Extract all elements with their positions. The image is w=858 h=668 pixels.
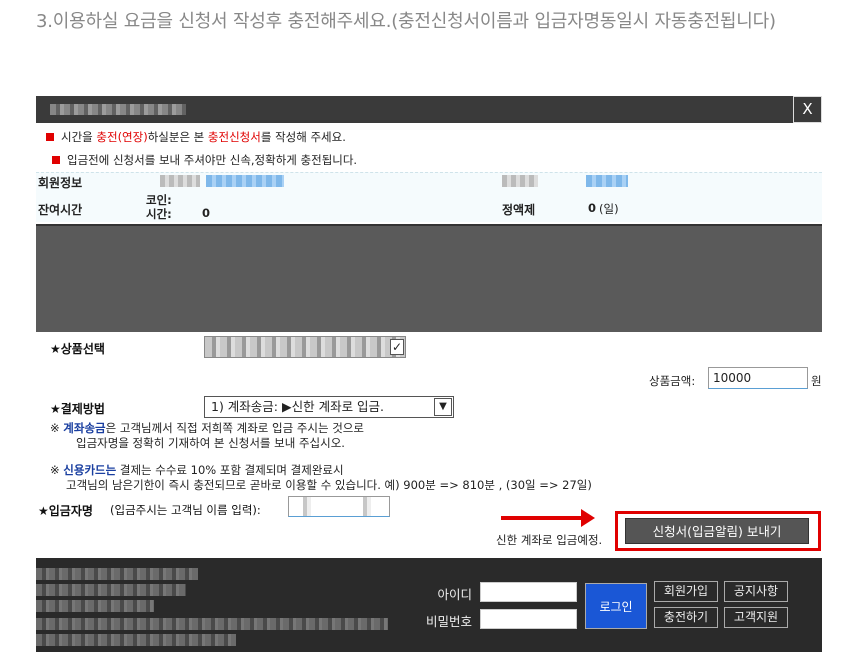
bullet-square-icon	[52, 156, 60, 164]
member-id-redacted	[206, 175, 284, 187]
footer-info-redacted	[36, 568, 198, 580]
depositor-label: ★입금자명	[38, 504, 93, 518]
flat-rate-value: 0	[588, 201, 597, 215]
notice-button[interactable]: 공지사항	[724, 581, 788, 602]
flat-rate-label: 정액제	[502, 203, 536, 217]
charge-button[interactable]: 충전하기	[654, 607, 718, 628]
dialog-title-redacted	[50, 104, 186, 115]
product-label: ★상품선택	[50, 342, 105, 356]
price-unit: 원	[811, 374, 822, 388]
remaining-time-label: 잔여시간	[38, 203, 83, 217]
footer-info-redacted	[36, 600, 154, 612]
notice-submit-before-deposit: 입금전에 신청서를 보내 주셔야만 신속,정확하게 충전됩니다.	[52, 152, 357, 168]
depositor-hint: (입금주시는 고객님 이름 입력):	[110, 503, 261, 517]
payment-method-select[interactable]: 1) 계좌송금: ▶신한 계좌로 입금. ▼	[204, 396, 454, 418]
footer: 아이디 비밀번호 로그인 회원가입 공지사항 충전하기 고객지원	[36, 558, 822, 652]
page: 3.이용하실 요금을 신청서 작성후 충전해주세요.(충전신청서이름과 입금자명…	[0, 0, 858, 668]
password-label: 비밀번호	[425, 614, 472, 629]
product-panel	[36, 224, 822, 332]
payment-method-label: ★결제방법	[50, 402, 105, 416]
member-info-label: 회원정보	[38, 176, 83, 190]
footer-info-redacted	[36, 634, 236, 646]
bank-transfer-description: ※ 계좌송금은 고객님께서 직접 저희쪽 계좌로 입금 주시는 것으로	[50, 421, 364, 435]
charge-dialog: X 시간을 충전(연장)하실분은 본 충전신청서를 작성해 주세요. 입금전에 …	[36, 96, 822, 652]
flat-rate-unit: (일)	[599, 202, 619, 216]
time-label: 시간:	[146, 207, 172, 221]
page-heading: 3.이용하실 요금을 신청서 작성후 충전해주세요.(충전신청서이름과 입금자명…	[36, 11, 776, 32]
id-input[interactable]	[480, 582, 577, 602]
time-value: 0	[202, 206, 211, 220]
id-label: 아이디	[437, 587, 472, 602]
bank-transfer-description-2: 입금자명을 정확히 기재하여 본 신청서를 보내 주십시오.	[76, 436, 345, 450]
password-input[interactable]	[480, 609, 577, 629]
member-info-box: 회원정보 잔여시간 코인: 시간: 0 정액제 0 (일)	[36, 172, 822, 222]
join-button[interactable]: 회원가입	[654, 581, 718, 602]
credit-card-description: ※ 신용카드는 결제는 수수료 10% 포함 결제되며 결제완료시	[50, 463, 344, 477]
product-select[interactable]: ✓	[204, 336, 406, 358]
notice-charge: 시간을 충전(연장)하실분은 본 충전신청서를 작성해 주세요.	[46, 129, 346, 145]
member-field-redacted	[502, 175, 538, 187]
support-button[interactable]: 고객지원	[724, 607, 788, 628]
arrow-right-icon	[581, 509, 595, 527]
credit-card-description-2: 고객님의 남은기한이 즉시 충전되므로 곧바로 이용할 수 있습니다. 예) 9…	[66, 478, 592, 492]
send-button-highlight: 신청서(입금알림) 보내기	[615, 511, 821, 551]
chevron-down-icon: ▼	[434, 398, 452, 416]
send-application-button[interactable]: 신청서(입금알림) 보내기	[625, 518, 809, 544]
footer-info-redacted	[36, 584, 186, 596]
depositor-name-input[interactable]	[288, 496, 390, 517]
bullet-square-icon	[46, 133, 54, 141]
close-button[interactable]: X	[793, 96, 822, 123]
deposit-bank-note: 신한 계좌로 입금예정.	[496, 533, 603, 547]
member-value-redacted	[586, 175, 628, 187]
payment-method-selected: 1) 계좌송금: ▶신한 계좌로 입금.	[211, 399, 385, 414]
arrow-annotation	[501, 516, 583, 520]
member-name-redacted	[160, 175, 200, 187]
footer-info-redacted	[36, 618, 388, 630]
price-input[interactable]: 10000	[708, 367, 808, 389]
check-icon: ✓	[390, 339, 404, 355]
login-button[interactable]: 로그인	[585, 583, 647, 629]
dialog-titlebar: X	[36, 96, 822, 123]
price-label: 상품금액:	[649, 374, 696, 388]
